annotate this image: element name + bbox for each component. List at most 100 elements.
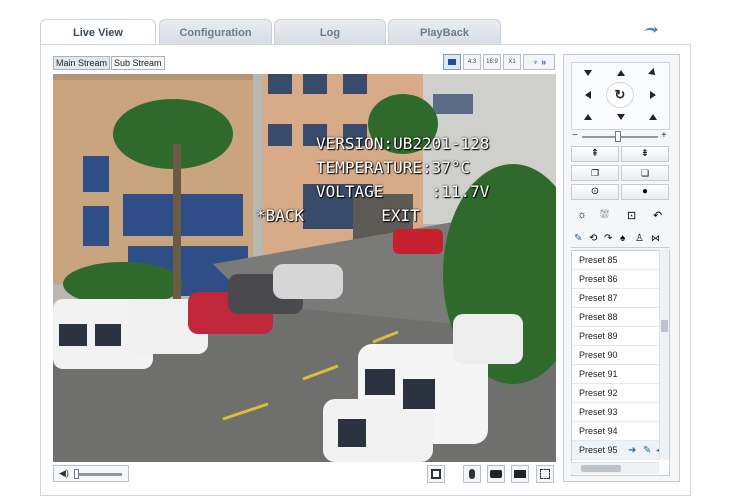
preset-list-hscroll[interactable]: [571, 462, 659, 474]
wiper-icon[interactable]: ⛆: [600, 209, 609, 222]
target-icon[interactable]: ⊡: [627, 209, 636, 222]
osd-back-exit: *BACK EXIT: [256, 206, 420, 225]
light-icon[interactable]: ☼: [577, 209, 587, 221]
volume-control[interactable]: ◀): [53, 465, 129, 482]
ptz-up-right-button[interactable]: [638, 64, 668, 82]
preset-list: Preset 85 Preset 86 Preset 87 Preset 88 …: [571, 250, 670, 476]
preset-label: Preset 88: [579, 312, 618, 322]
list-item[interactable]: Preset 94: [572, 422, 669, 441]
main-stream-button[interactable]: Main Stream: [53, 56, 111, 70]
list-item[interactable]: Preset 95 ➜ ✎ ◂: [572, 441, 669, 460]
original-ratio-icon: [448, 59, 456, 65]
camera-icon: [490, 470, 502, 478]
iris-close-icon: ●: [641, 186, 649, 197]
logout-icon[interactable]: [643, 24, 659, 36]
auto-scan-icon: ↻: [614, 87, 626, 102]
stream-selector: Main Stream Sub Stream: [53, 56, 165, 70]
list-item[interactable]: Preset 90: [572, 346, 669, 365]
preset-label: Preset 90: [579, 350, 618, 360]
video-camera-icon: [514, 470, 526, 478]
preset-label: Preset 89: [579, 331, 618, 341]
original-ratio-button[interactable]: [443, 54, 461, 70]
grid-icon: [431, 469, 441, 479]
speaker-icon: ◀): [59, 468, 69, 478]
preset-label: Preset 95: [579, 445, 618, 455]
tab-live-view[interactable]: Live View: [40, 19, 156, 46]
live-video[interactable]: VERSION:UB2201-128 TEMPERATURE:37°C VOLT…: [53, 74, 556, 462]
ptz-down-right-button[interactable]: [638, 108, 668, 126]
ptz-up-button[interactable]: [606, 64, 636, 82]
call-preset-icon[interactable]: ➜: [628, 441, 636, 460]
list-item[interactable]: Preset 91: [572, 365, 669, 384]
ptz-right-button[interactable]: [638, 86, 668, 104]
volume-slider[interactable]: [76, 473, 122, 476]
undo-icon[interactable]: ↶: [653, 209, 662, 222]
ptz-up-left-button[interactable]: [573, 64, 603, 82]
zoom-out-icon: ⇟: [640, 148, 650, 159]
ratio-x1-button[interactable]: X1: [503, 54, 521, 70]
focus-far-button[interactable]: ❏: [621, 165, 669, 181]
microphone-icon: [469, 469, 475, 479]
preset-label: Preset 92: [579, 388, 618, 398]
focus-near-icon: ❐: [590, 168, 600, 178]
list-item[interactable]: Preset 88: [572, 308, 669, 327]
ptz-speed-minus[interactable]: −: [572, 130, 578, 141]
ptz-expand-button[interactable]: ♆ »: [523, 54, 555, 70]
zoom-out-button[interactable]: ⇟: [621, 146, 669, 162]
osd-voltage: VOLTAGE :11.7V: [316, 182, 490, 201]
preset-toolbar: ✎ ⟲ ↷ ♠ ♙ ⋈: [571, 232, 670, 248]
osd-version: VERSION:UB2201-128: [316, 134, 490, 153]
preset-label: Preset 87: [579, 293, 618, 303]
ptz-auto-button[interactable]: ↻: [606, 82, 634, 108]
ptz-left-button[interactable]: [573, 86, 603, 104]
ptz-speed-plus[interactable]: +: [661, 130, 667, 141]
aux-buttons: ☼ ⛆ ⊡ ↶: [571, 207, 670, 225]
iris-open-icon: ⊙: [590, 186, 600, 197]
list-item[interactable]: Preset 92: [572, 384, 669, 403]
focus-near-button[interactable]: ❐: [571, 165, 619, 181]
preset-tab-icon[interactable]: ✎: [574, 233, 582, 244]
focus-far-icon: ❏: [640, 168, 650, 178]
patrol-tab-icon[interactable]: ⟲: [589, 233, 597, 244]
zoom-in-icon: ⇞: [590, 148, 600, 159]
tab-configuration[interactable]: Configuration: [159, 19, 272, 45]
list-item[interactable]: Preset 93: [572, 403, 669, 422]
iris-open-button[interactable]: ⊙: [571, 184, 619, 200]
layout-button[interactable]: [427, 465, 445, 483]
vscroll-thumb[interactable]: [661, 320, 668, 332]
ptz-control-icon: ♆ »: [531, 57, 547, 67]
list-item[interactable]: Preset 87: [572, 289, 669, 308]
ptz-down-button[interactable]: [606, 108, 636, 126]
iris-close-button[interactable]: ●: [621, 184, 669, 200]
hscroll-thumb[interactable]: [581, 465, 621, 472]
preset-list-vscroll[interactable]: [659, 250, 669, 460]
intercom-button[interactable]: [463, 465, 481, 483]
marker-tab-icon[interactable]: ♠: [620, 233, 625, 244]
sub-stream-button[interactable]: Sub Stream: [111, 56, 165, 70]
snapshot-button[interactable]: [487, 465, 505, 483]
more-tab-icon[interactable]: ⋈: [651, 233, 660, 244]
ratio-16-9-button[interactable]: 16:9: [483, 54, 501, 70]
preset-label: Preset 93: [579, 407, 618, 417]
tab-playback[interactable]: PlayBack: [388, 19, 501, 45]
preset-label: Preset 85: [579, 255, 618, 265]
ptz-down-left-button[interactable]: [573, 108, 603, 126]
preset-label: Preset 86: [579, 274, 618, 284]
tab-log[interactable]: Log: [274, 19, 386, 45]
edit-preset-icon[interactable]: ✎: [643, 441, 651, 460]
volume-handle[interactable]: [74, 469, 79, 479]
osd-temperature: TEMPERATURE:37°C: [316, 158, 471, 177]
ptz-speed-handle[interactable]: [615, 131, 621, 142]
preset-label: Preset 91: [579, 369, 618, 379]
list-item[interactable]: Preset 85: [572, 251, 669, 270]
list-item[interactable]: Preset 89: [572, 327, 669, 346]
list-item[interactable]: Preset 86: [572, 270, 669, 289]
pattern-tab-icon[interactable]: ↷: [604, 233, 612, 244]
person-tab-icon[interactable]: ♙: [635, 233, 644, 244]
camera-scene: [53, 74, 556, 462]
ratio-4-3-button[interactable]: 4:3: [463, 54, 481, 70]
record-button[interactable]: [511, 465, 529, 483]
zoom-in-button[interactable]: ⇞: [571, 146, 619, 162]
fullscreen-icon: [540, 469, 550, 479]
fullscreen-button[interactable]: [536, 465, 554, 483]
